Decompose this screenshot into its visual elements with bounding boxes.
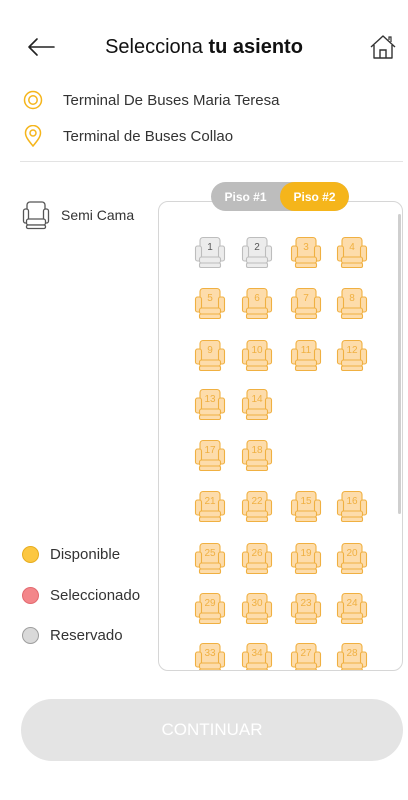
seat-number: 7 bbox=[303, 293, 309, 304]
seat-number: 25 bbox=[204, 548, 216, 559]
seat-4[interactable]: 4 bbox=[336, 236, 368, 269]
seat-type-label: Semi Cama bbox=[61, 207, 135, 223]
seat-10[interactable]: 10 bbox=[241, 339, 273, 372]
seat-number: 19 bbox=[300, 548, 312, 559]
seat-number: 6 bbox=[254, 293, 260, 304]
seat-number: 23 bbox=[300, 598, 312, 609]
seat-13[interactable]: 13 bbox=[194, 388, 226, 421]
legend-reserved-dot bbox=[22, 627, 39, 644]
seat-number: 2 bbox=[254, 242, 260, 253]
legend-reserved: Reservado bbox=[22, 627, 123, 644]
seat-number: 33 bbox=[204, 648, 216, 659]
seat-icon bbox=[22, 201, 50, 230]
seat-6[interactable]: 6 bbox=[241, 287, 273, 320]
route-destination: Terminal de Buses Collao bbox=[22, 124, 402, 148]
seat-26[interactable]: 26 bbox=[241, 542, 273, 575]
divider bbox=[20, 161, 403, 162]
legend-reserved-label: Reservado bbox=[50, 627, 123, 644]
seat-28[interactable]: 28 bbox=[336, 642, 368, 670]
seat-29[interactable]: 29 bbox=[194, 592, 226, 625]
seat-30[interactable]: 30 bbox=[241, 592, 273, 625]
seat-number: 26 bbox=[251, 548, 263, 559]
seat-number: 34 bbox=[251, 648, 263, 659]
seat-9[interactable]: 9 bbox=[194, 339, 226, 372]
seat-number: 10 bbox=[251, 345, 263, 356]
seat-number: 15 bbox=[300, 496, 312, 507]
seat-map-scrollbar[interactable] bbox=[398, 214, 401, 514]
seat-number: 18 bbox=[251, 445, 263, 456]
seat-15[interactable]: 15 bbox=[290, 490, 322, 523]
legend-selected-dot bbox=[22, 587, 39, 604]
seat-17[interactable]: 17 bbox=[194, 439, 226, 472]
route-origin: Terminal De Buses Maria Teresa bbox=[22, 88, 402, 112]
seat-number: 30 bbox=[251, 598, 263, 609]
continue-button[interactable]: CONTINUAR bbox=[21, 699, 403, 761]
seat-8[interactable]: 8 bbox=[336, 287, 368, 320]
seat-33[interactable]: 33 bbox=[194, 642, 226, 670]
seat-number: 22 bbox=[251, 496, 263, 507]
page-title-normal: Selecciona bbox=[105, 36, 209, 58]
destination-terminal: Terminal de Buses Collao bbox=[63, 127, 234, 145]
seat-number: 16 bbox=[346, 496, 358, 507]
seat-27[interactable]: 27 bbox=[290, 642, 322, 670]
seat-number: 3 bbox=[303, 242, 309, 253]
seat-map[interactable]: 1 2 3 4 5 6 7 8 9 10 11 12 13 14 17 18 21 22 15 16 25 26 19 20 2… bbox=[158, 201, 403, 671]
seat-11[interactable]: 11 bbox=[290, 339, 322, 372]
seat-3[interactable]: 3 bbox=[290, 236, 322, 269]
seat-20[interactable]: 20 bbox=[336, 542, 368, 575]
seat-7[interactable]: 7 bbox=[290, 287, 322, 320]
header: Selecciona tu asiento bbox=[0, 28, 408, 68]
origin-terminal: Terminal De Buses Maria Teresa bbox=[63, 91, 280, 109]
tab-floor-2[interactable]: Piso #2 bbox=[280, 182, 349, 211]
page-title-bold: tu asiento bbox=[208, 36, 303, 58]
seat-19[interactable]: 19 bbox=[290, 542, 322, 575]
seat-number: 9 bbox=[207, 345, 213, 356]
seat-number: 29 bbox=[204, 598, 216, 609]
tab-floor-1[interactable]: Piso #1 bbox=[211, 182, 280, 211]
seat-25[interactable]: 25 bbox=[194, 542, 226, 575]
seat-number: 5 bbox=[207, 293, 213, 304]
seat-23[interactable]: 23 bbox=[290, 592, 322, 625]
seat-number: 21 bbox=[204, 496, 216, 507]
legend-selected-label: Seleccionado bbox=[50, 587, 141, 604]
seat-16[interactable]: 16 bbox=[336, 490, 368, 523]
seat-number: 8 bbox=[349, 293, 355, 304]
seat-number: 24 bbox=[346, 598, 358, 609]
seat-12[interactable]: 12 bbox=[336, 339, 368, 372]
seat-number: 13 bbox=[204, 394, 216, 405]
seat-number: 14 bbox=[251, 394, 263, 405]
seat-14[interactable]: 14 bbox=[241, 388, 273, 421]
seat-grid: 1 2 3 4 5 6 7 8 9 10 11 12 13 14 17 18 21 22 15 16 25 26 19 20 2… bbox=[159, 202, 402, 670]
seat-22[interactable]: 22 bbox=[241, 490, 273, 523]
seat-number: 12 bbox=[346, 345, 358, 356]
seat-number: 20 bbox=[346, 548, 358, 559]
seat-number: 27 bbox=[300, 648, 312, 659]
origin-target-icon bbox=[22, 89, 44, 111]
seat-type: Semi Cama bbox=[22, 200, 134, 230]
seat-1: 1 bbox=[194, 236, 226, 269]
seat-24[interactable]: 24 bbox=[336, 592, 368, 625]
seat-number: 1 bbox=[207, 242, 213, 253]
seat-number: 28 bbox=[346, 648, 358, 659]
legend-available-label: Disponible bbox=[50, 546, 121, 563]
seat-21[interactable]: 21 bbox=[194, 490, 226, 523]
legend-available: Disponible bbox=[22, 546, 120, 563]
seat-number: 4 bbox=[349, 242, 355, 253]
legend-selected: Seleccionado bbox=[22, 587, 140, 604]
seat-number: 17 bbox=[204, 445, 216, 456]
location-pin-icon bbox=[22, 125, 44, 147]
seat-2: 2 bbox=[241, 236, 273, 269]
legend-available-dot bbox=[22, 546, 39, 563]
seat-5[interactable]: 5 bbox=[194, 287, 226, 320]
page-title: Selecciona tu asiento bbox=[0, 36, 408, 59]
home-button[interactable] bbox=[366, 30, 400, 64]
seat-number: 11 bbox=[300, 345, 312, 356]
floor-tabs: Piso #1 Piso #2 bbox=[211, 182, 349, 211]
seat-18[interactable]: 18 bbox=[241, 439, 273, 472]
home-icon bbox=[370, 35, 396, 59]
seat-34[interactable]: 34 bbox=[241, 642, 273, 670]
